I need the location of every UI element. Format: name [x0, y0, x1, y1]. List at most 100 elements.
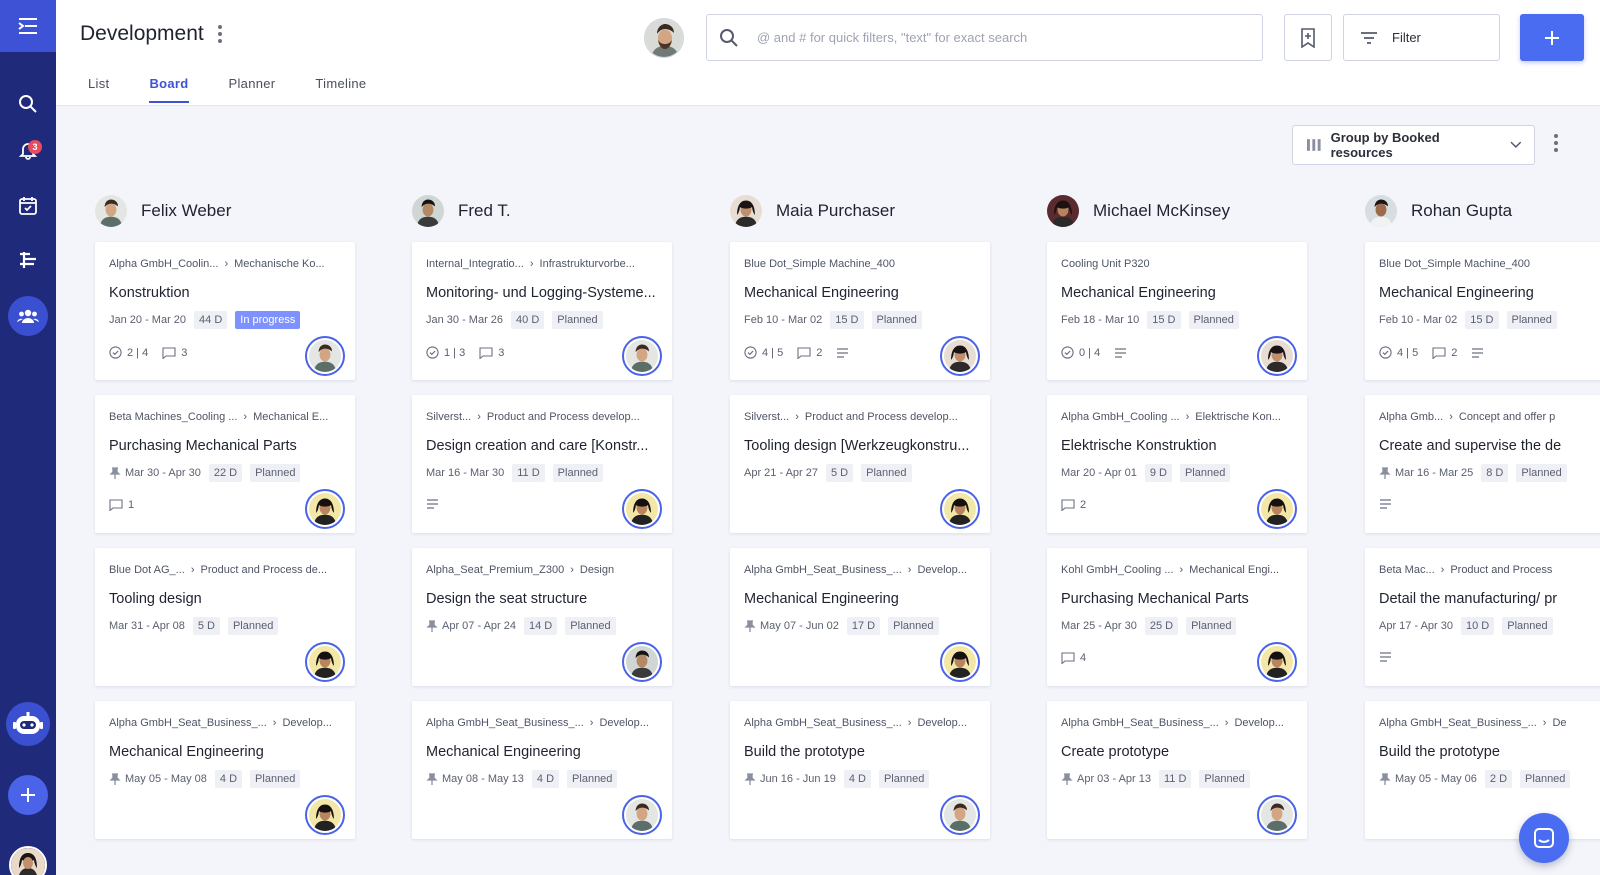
assignee-avatar[interactable] — [305, 489, 345, 529]
assignee-avatar[interactable] — [940, 642, 980, 682]
breadcrumb-phase[interactable]: Product and Process de... — [201, 564, 342, 576]
assignee-avatar[interactable] — [1257, 642, 1297, 682]
assignee-avatar[interactable] — [622, 336, 662, 376]
search-nav-button[interactable] — [8, 84, 48, 124]
saved-filters-button[interactable] — [1284, 14, 1332, 61]
task-title[interactable]: Create prototype — [1061, 744, 1293, 760]
search-box[interactable] — [706, 14, 1263, 61]
my-tasks-button[interactable] — [8, 186, 48, 226]
status-badge[interactable]: Planned — [1520, 770, 1571, 788]
breadcrumb-project[interactable]: Alpha GmbH_Seat_Business_... — [109, 717, 267, 729]
breadcrumb-project[interactable]: Internal_Integratio... — [426, 258, 524, 270]
task-title[interactable]: Mechanical Engineering — [744, 285, 976, 301]
task-title[interactable]: Build the prototype — [1379, 744, 1600, 760]
status-badge[interactable]: Planned — [861, 464, 912, 482]
assistant-bot-button[interactable] — [6, 702, 50, 746]
task-title[interactable]: Mechanical Engineering — [426, 744, 658, 760]
task-card[interactable]: Alpha GmbH_Seat_Business_... › Develop... B… — [730, 701, 990, 839]
task-card[interactable]: Silverst... › Product and Process develop.… — [730, 395, 990, 533]
assignee-avatar[interactable] — [1257, 489, 1297, 529]
status-badge[interactable]: In progress — [235, 311, 301, 329]
task-card[interactable]: Alpha GmbH_Seat_Business_... › Develop... C… — [1047, 701, 1307, 839]
board-more-button[interactable] — [1554, 134, 1558, 152]
task-card[interactable]: Alpha GmbH_Seat_Business_... › Develop... M… — [95, 701, 355, 839]
task-title[interactable]: Mechanical Engineering — [744, 591, 976, 607]
status-badge[interactable]: Planned — [1186, 617, 1237, 635]
breadcrumb-project[interactable]: Blue Dot_Simple Machine_400 — [1379, 258, 1530, 270]
breadcrumb-project[interactable]: Cooling Unit P320 — [1061, 258, 1150, 270]
resource-avatar[interactable] — [730, 195, 762, 227]
task-card[interactable]: Kohl GmbH_Cooling ... › Mechanical Engi...… — [1047, 548, 1307, 686]
comments-count[interactable]: 3 — [479, 347, 504, 359]
status-badge[interactable]: Planned — [1179, 464, 1231, 482]
checklist-count[interactable]: 2 | 4 — [109, 346, 148, 359]
breadcrumb-phase[interactable]: Develop... — [599, 717, 658, 729]
task-title[interactable]: Create and supervise the de — [1379, 438, 1600, 454]
checklist-count[interactable]: 4 | 5 — [1379, 346, 1418, 359]
breadcrumb-project[interactable]: Alpha GmbH_Cooling ... — [1061, 411, 1180, 423]
assignee-avatar[interactable] — [305, 336, 345, 376]
breadcrumb-project[interactable]: Alpha Gmb... — [1379, 411, 1443, 423]
task-title[interactable]: Design the seat structure — [426, 591, 658, 607]
breadcrumb-phase[interactable]: Develop... — [1234, 717, 1293, 729]
breadcrumb-project[interactable]: Blue Dot_Simple Machine_400 — [744, 258, 895, 270]
task-card[interactable]: Alpha GmbH_Seat_Business_... › De Build the… — [1365, 701, 1600, 839]
status-badge[interactable]: Planned — [250, 770, 301, 788]
breadcrumb-phase[interactable]: Product and Process develop... — [487, 411, 658, 423]
breadcrumb-project[interactable]: Alpha GmbH_Seat_Business_... — [426, 717, 584, 729]
create-new-button[interactable] — [8, 775, 48, 815]
status-badge[interactable]: Planned — [1516, 464, 1567, 482]
resource-avatar[interactable] — [1047, 195, 1079, 227]
task-card[interactable]: Blue Dot AG_... › Product and Process de..… — [95, 548, 355, 686]
task-title[interactable]: Monitoring- und Logging-Systeme... — [426, 285, 658, 301]
task-card[interactable]: Blue Dot_Simple Machine_400 Mechanical En… — [730, 242, 990, 380]
breadcrumb-project[interactable]: Alpha GmbH_Coolin... — [109, 258, 218, 270]
task-card[interactable]: Alpha Gmb... › Concept and offer p Create a… — [1365, 395, 1600, 533]
status-badge[interactable]: Planned — [567, 770, 618, 788]
task-card[interactable]: Silverst... › Product and Process develop.… — [412, 395, 672, 533]
breadcrumb-project[interactable]: Alpha GmbH_Seat_Business_... — [1379, 717, 1537, 729]
tab-planner[interactable]: Planner — [229, 76, 276, 103]
notifications-button[interactable]: 3 — [8, 130, 48, 170]
breadcrumb-project[interactable]: Silverst... — [744, 411, 789, 423]
checklist-count[interactable]: 0 | 4 — [1061, 346, 1100, 359]
task-card[interactable]: Blue Dot_Simple Machine_400 Mechanical En… — [1365, 242, 1600, 380]
assignee-avatar[interactable] — [622, 795, 662, 835]
task-title[interactable]: Tooling design — [109, 591, 341, 607]
breadcrumb-phase[interactable]: Mechanical Engi... — [1189, 564, 1293, 576]
resource-avatar[interactable] — [1365, 195, 1397, 227]
breadcrumb-project[interactable]: Kohl GmbH_Cooling ... — [1061, 564, 1174, 576]
task-title[interactable]: Purchasing Mechanical Parts — [1061, 591, 1293, 607]
breadcrumb-project[interactable]: Alpha GmbH_Seat_Business_... — [1061, 717, 1219, 729]
breadcrumb-phase[interactable]: Develop... — [917, 717, 976, 729]
task-title[interactable]: Mechanical Engineering — [109, 744, 341, 760]
status-badge[interactable]: Planned — [1188, 311, 1239, 329]
breadcrumb-phase[interactable]: Mechanical E... — [253, 411, 341, 423]
breadcrumb-project[interactable]: Blue Dot AG_... — [109, 564, 185, 576]
task-card[interactable]: Alpha_Seat_Premium_Z300 › Design Design the… — [412, 548, 672, 686]
task-card[interactable]: Alpha GmbH_Coolin... › Mechanische Ko... Ko… — [95, 242, 355, 380]
status-badge[interactable]: Planned — [1502, 617, 1553, 635]
task-card[interactable]: Alpha GmbH_Seat_Business_... › Develop... M… — [730, 548, 990, 686]
status-badge[interactable]: Planned — [1199, 770, 1250, 788]
breadcrumb-project[interactable]: Beta Mac... — [1379, 564, 1435, 576]
breadcrumb-phase[interactable]: Infrastrukturvorbe... — [540, 258, 658, 270]
breadcrumb-phase[interactable]: Product and Process — [1450, 564, 1600, 576]
breadcrumb-project[interactable]: Beta Machines_Cooling ... — [109, 411, 237, 423]
breadcrumb-project[interactable]: Silverst... — [426, 411, 471, 423]
collapse-menu-button[interactable] — [0, 0, 56, 52]
tab-timeline[interactable]: Timeline — [315, 76, 366, 103]
task-title[interactable]: Konstruktion — [109, 285, 341, 301]
comments-count[interactable]: 1 — [109, 499, 134, 511]
assignee-avatar[interactable] — [1257, 336, 1297, 376]
filter-button[interactable]: Filter — [1343, 14, 1500, 61]
portfolio-button[interactable] — [8, 240, 48, 280]
breadcrumb-phase[interactable]: Mechanische Ko... — [234, 258, 341, 270]
task-card[interactable]: Beta Machines_Cooling ... › Mechanical E..… — [95, 395, 355, 533]
status-badge[interactable]: Planned — [871, 311, 922, 329]
resource-avatar[interactable] — [412, 195, 444, 227]
current-user-avatar[interactable] — [9, 846, 47, 875]
breadcrumb-phase[interactable]: Develop... — [917, 564, 976, 576]
task-title[interactable]: Mechanical Engineering — [1061, 285, 1293, 301]
project-more-button[interactable] — [214, 23, 226, 45]
